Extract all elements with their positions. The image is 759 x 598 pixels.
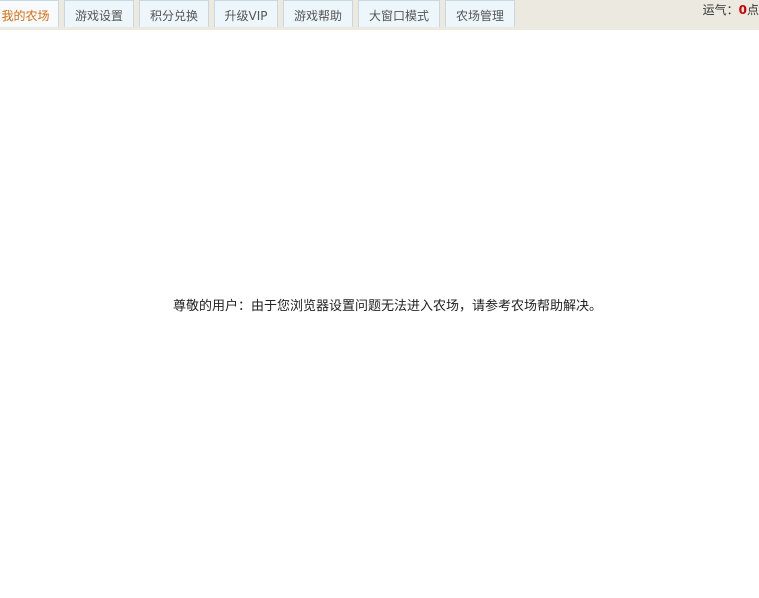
browser-settings-error-message: 尊敬的用户：由于您浏览器设置问题无法进入农场，请参考农场帮助解决。	[172, 299, 602, 314]
tab-farm-management[interactable]: 农场管理	[445, 0, 515, 27]
luck-value: 0	[738, 3, 747, 17]
tab-game-help[interactable]: 游戏帮助	[283, 0, 353, 27]
luck-indicator: 运气：0点	[703, 2, 759, 18]
tab-large-window-mode[interactable]: 大窗口模式	[358, 0, 440, 27]
tab-points-exchange[interactable]: 积分兑换	[139, 0, 209, 27]
luck-label: 运气：	[702, 3, 739, 17]
tab-my-farm[interactable]: 我的农场	[0, 0, 59, 27]
luck-unit: 点	[746, 3, 759, 17]
tab-game-settings[interactable]: 游戏设置	[64, 0, 134, 27]
top-nav-bar: 我的农场 游戏设置 积分兑换 升级VIP 游戏帮助 大窗口模式 农场管理 运气：…	[0, 0, 759, 30]
tab-upgrade-vip[interactable]: 升级VIP	[214, 0, 278, 27]
